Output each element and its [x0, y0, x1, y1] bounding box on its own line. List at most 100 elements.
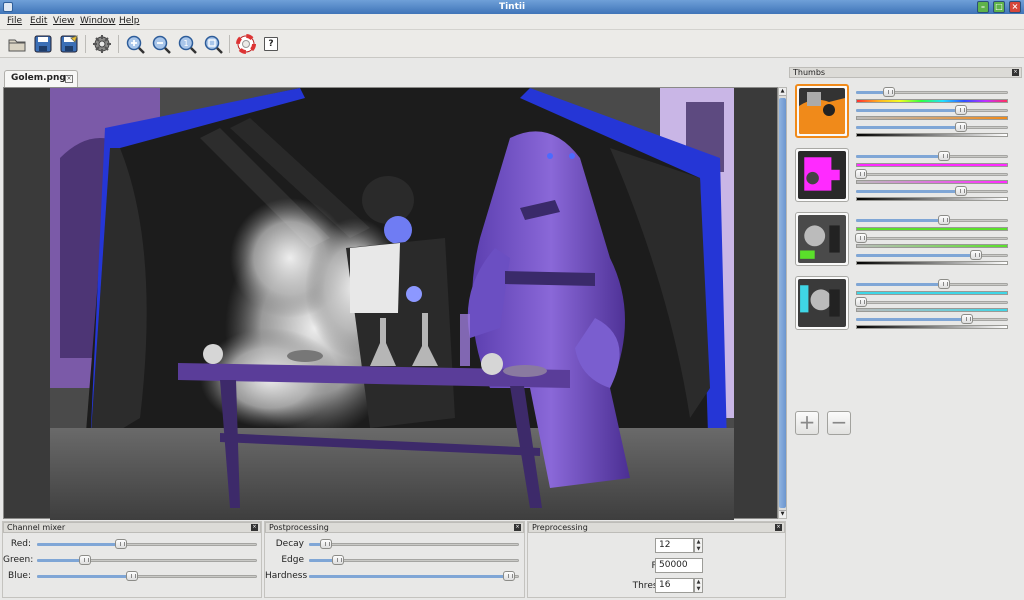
close-window-icon[interactable]: × — [1009, 1, 1021, 13]
thumb-value-slider[interactable] — [856, 185, 1008, 197]
channel-slider[interactable] — [37, 538, 257, 550]
thumb-saturation-slider[interactable] — [854, 296, 1008, 308]
zoom-fit-icon[interactable] — [203, 34, 223, 54]
channel-label: Red: — [10, 539, 31, 549]
slider-handle[interactable] — [954, 105, 967, 115]
scroll-up-icon[interactable]: ▲ — [779, 88, 786, 96]
golem-image — [50, 88, 734, 520]
menu-bar: File Edit View Window Help — [0, 14, 1024, 30]
save-icon[interactable] — [33, 34, 53, 54]
menu-view[interactable]: View — [53, 16, 74, 26]
menu-help[interactable]: Help — [119, 16, 140, 26]
postprocessing-slider[interactable] — [309, 554, 519, 566]
postprocessing-slider[interactable] — [309, 538, 519, 550]
thumb-hue-slider[interactable] — [856, 278, 1008, 290]
thumb-saturation-gradient — [856, 244, 1008, 248]
remove-thumb-button[interactable]: − — [827, 411, 851, 435]
slider-handle[interactable] — [938, 215, 951, 225]
tab-golem[interactable]: Golem.png × — [4, 70, 78, 87]
channel-slider[interactable] — [37, 570, 257, 582]
title-bar: Tintii – □ × — [0, 0, 1024, 14]
tab-close-icon[interactable]: × — [65, 75, 73, 83]
postprocessing-label: Decay — [275, 539, 304, 549]
slider-handle[interactable] — [79, 555, 92, 565]
thumb-preview-2[interactable] — [795, 148, 849, 202]
slider-handle[interactable] — [938, 279, 951, 289]
slider-fill — [856, 254, 977, 257]
add-thumb-button[interactable]: + — [795, 411, 819, 435]
panel-close-icon[interactable]: × — [775, 524, 782, 531]
thumb-saturation-slider[interactable] — [854, 232, 1008, 244]
thumb-preview-1[interactable] — [795, 84, 849, 138]
postprocessing-header: Postprocessing × — [265, 522, 524, 533]
pixels-input[interactable]: 50000 — [655, 558, 703, 573]
slider-handle[interactable] — [854, 169, 867, 179]
thumb-value-slider[interactable] — [856, 121, 1008, 133]
slider-handle[interactable] — [938, 151, 951, 161]
scroll-down-icon[interactable]: ▼ — [779, 510, 786, 518]
zoom-in-icon[interactable] — [125, 34, 145, 54]
thumb-saturation-slider[interactable] — [856, 104, 1008, 116]
slider-handle[interactable] — [319, 539, 332, 549]
thumb-value-gradient — [856, 325, 1008, 329]
toolbar: 1 ? — [0, 30, 1024, 58]
thumb-value-gradient — [856, 133, 1008, 137]
menu-window[interactable]: Window — [80, 16, 116, 26]
postprocessing-panel: Postprocessing × Decay Edge Hardness — [264, 521, 525, 598]
window-title: Tintii — [498, 2, 526, 12]
postprocessing-slider[interactable] — [309, 570, 519, 582]
slider-track — [309, 543, 519, 546]
panel-close-icon[interactable]: × — [251, 524, 258, 531]
threshold-input[interactable]: 16 — [655, 578, 694, 593]
zoom-out-icon[interactable] — [151, 34, 171, 54]
help-lifebuoy-icon[interactable] — [236, 34, 256, 54]
thumb-value-gradient — [856, 197, 1008, 201]
threshold-stepper[interactable]: ▲ ▼ — [694, 578, 703, 593]
slider-fill — [37, 575, 132, 578]
thumb-image — [799, 88, 845, 134]
slider-handle[interactable] — [114, 539, 127, 549]
thumb-value-slider[interactable] — [856, 249, 1008, 261]
settings-gear-icon[interactable] — [92, 34, 112, 54]
thumb-value-slider[interactable] — [856, 313, 1008, 325]
channel-slider[interactable] — [37, 554, 257, 566]
slider-handle[interactable] — [332, 555, 345, 565]
thumb-hue-slider[interactable] — [856, 150, 1008, 162]
reps-input[interactable]: 12 — [655, 538, 694, 553]
open-folder-icon[interactable] — [7, 34, 27, 54]
slider-handle[interactable] — [502, 571, 515, 581]
slider-handle[interactable] — [954, 122, 967, 132]
slider-handle[interactable] — [960, 314, 973, 324]
thumb-saturation-slider[interactable] — [854, 168, 1008, 180]
menu-file[interactable]: File — [7, 16, 22, 26]
preprocessing-title: Preprocessing — [532, 523, 588, 532]
slider-handle[interactable] — [970, 250, 983, 260]
vertical-scrollbar[interactable]: ▲ ▼ — [778, 87, 787, 519]
dock-close-icon[interactable]: × — [1012, 69, 1019, 76]
menu-edit[interactable]: Edit — [30, 16, 47, 26]
thumb-preview-3[interactable] — [795, 212, 849, 266]
thumb-hue-slider[interactable] — [856, 86, 1008, 98]
thumb-saturation-gradient — [856, 180, 1008, 184]
svg-text:1: 1 — [183, 39, 188, 48]
slider-handle[interactable] — [125, 571, 138, 581]
zoom-actual-icon[interactable]: 1 — [177, 34, 197, 54]
thumb-hue-slider[interactable] — [856, 214, 1008, 226]
about-icon[interactable]: ? — [264, 37, 278, 51]
panel-close-icon[interactable]: × — [514, 524, 521, 531]
slider-handle[interactable] — [954, 186, 967, 196]
minimize-icon[interactable]: – — [977, 1, 989, 13]
reps-stepper[interactable]: ▲ ▼ — [694, 538, 703, 553]
scrollbar-thumb[interactable] — [779, 98, 786, 508]
slider-handle[interactable] — [854, 297, 867, 307]
thumbs-dock: Thumbs × + − — [789, 67, 1022, 519]
maximize-icon[interactable]: □ — [993, 1, 1005, 13]
image-viewport[interactable] — [3, 87, 778, 520]
thumb-color-gradient — [856, 163, 1008, 167]
thumb-preview-4[interactable] — [795, 276, 849, 330]
save-as-icon[interactable] — [59, 34, 79, 54]
slider-fill — [856, 109, 961, 112]
slider-handle[interactable] — [883, 87, 896, 97]
preprocessing-panel: Preprocessing × Reps: 12 ▲▼ Pixels: 5000… — [527, 521, 786, 598]
slider-handle[interactable] — [854, 233, 867, 243]
